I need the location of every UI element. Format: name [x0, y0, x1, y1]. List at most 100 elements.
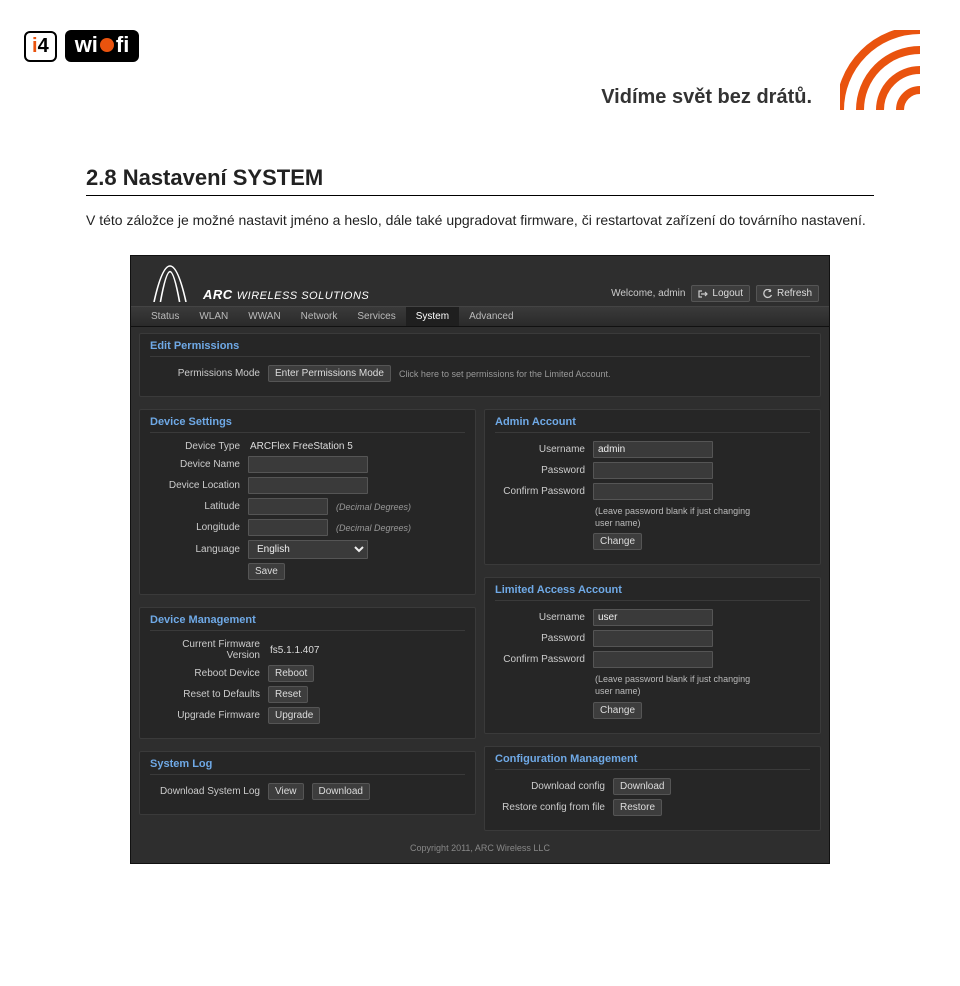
- save-button[interactable]: Save: [248, 563, 285, 580]
- longitude-input[interactable]: [248, 519, 328, 536]
- limited-confirm-label: Confirm Password: [495, 654, 585, 665]
- download-syslog-button[interactable]: Download: [312, 783, 370, 800]
- longitude-label: Longitude: [150, 522, 240, 533]
- right-column: Admin Account Username Password Confirm …: [484, 403, 821, 837]
- permissions-hint: Click here to set permissions for the Li…: [399, 369, 611, 379]
- arc-logo: ARC WIRELESS SOLUTIONS: [145, 262, 369, 302]
- limited-change-button[interactable]: Change: [593, 702, 642, 719]
- section-paragraph: V této záložce je možné nastavit jméno a…: [86, 210, 874, 231]
- admin-account-panel: Admin Account Username Password Confirm …: [484, 409, 821, 565]
- download-config-label: Download config: [495, 781, 605, 792]
- device-type-label: Device Type: [150, 441, 240, 452]
- limited-note: (Leave password blank if just changing u…: [595, 674, 765, 697]
- config-management-panel: Configuration Management Download config…: [484, 746, 821, 831]
- tab-services[interactable]: Services: [347, 307, 405, 326]
- tab-network[interactable]: Network: [291, 307, 348, 326]
- logo-fi: fi: [116, 32, 129, 58]
- admin-password-label: Password: [495, 465, 585, 476]
- download-config-button[interactable]: Download: [613, 778, 671, 795]
- latitude-input[interactable]: [248, 498, 328, 515]
- tab-wwan[interactable]: WWAN: [238, 307, 290, 326]
- welcome-text: Welcome, admin: [611, 288, 685, 299]
- logout-label: Logout: [712, 288, 743, 299]
- system-log-panel: System Log Download System Log View Down…: [139, 751, 476, 815]
- view-syslog-button[interactable]: View: [268, 783, 304, 800]
- tab-status[interactable]: Status: [141, 307, 189, 326]
- main-tabs: StatusWLANWWANNetworkServicesSystemAdvan…: [131, 306, 829, 327]
- panel-title: Admin Account: [495, 416, 810, 433]
- slogan: Vidíme svět bez drátů.: [601, 86, 812, 109]
- firmware-version-label: Current Firmware Version: [150, 639, 260, 661]
- refresh-icon: [763, 289, 773, 299]
- reboot-button[interactable]: Reboot: [268, 665, 314, 682]
- edit-permissions-panel: Edit Permissions Permissions Mode Enter …: [139, 333, 821, 397]
- language-label: Language: [150, 544, 240, 555]
- limited-password-label: Password: [495, 633, 585, 644]
- firmware-version-value: fs5.1.1.407: [268, 645, 319, 656]
- tab-advanced[interactable]: Advanced: [459, 307, 523, 326]
- panel-title: Device Management: [150, 614, 465, 631]
- reboot-label: Reboot Device: [150, 668, 260, 679]
- logout-icon: [698, 289, 708, 299]
- latitude-label: Latitude: [150, 501, 240, 512]
- enter-permissions-button[interactable]: Enter Permissions Mode: [268, 365, 391, 382]
- divider: [86, 195, 874, 196]
- tab-system[interactable]: System: [406, 307, 459, 326]
- device-name-label: Device Name: [150, 459, 240, 470]
- refresh-button[interactable]: Refresh: [756, 285, 819, 302]
- permissions-mode-label: Permissions Mode: [150, 368, 260, 379]
- upgrade-button[interactable]: Upgrade: [268, 707, 320, 724]
- section-title: 2.8 Nastavení SYSTEM: [86, 165, 874, 191]
- reset-label: Reset to Defaults: [150, 689, 260, 700]
- app-top-right: Welcome, admin Logout Refresh: [611, 285, 819, 302]
- reset-button[interactable]: Reset: [268, 686, 308, 703]
- brand-sub: WIRELESS SOLUTIONS: [237, 290, 369, 302]
- admin-confirm-label: Confirm Password: [495, 486, 585, 497]
- limited-confirm-input[interactable]: [593, 651, 713, 668]
- app-top-bar: ARC WIRELESS SOLUTIONS Welcome, admin Lo…: [131, 256, 829, 302]
- limited-username-label: Username: [495, 612, 585, 623]
- dot-icon: [100, 38, 114, 52]
- device-management-panel: Device Management Current Firmware Versi…: [139, 607, 476, 739]
- refresh-label: Refresh: [777, 288, 812, 299]
- panel-title: Limited Access Account: [495, 584, 810, 601]
- admin-password-input[interactable]: [593, 462, 713, 479]
- upgrade-label: Upgrade Firmware: [150, 710, 260, 721]
- device-location-input[interactable]: [248, 477, 368, 494]
- restore-config-button[interactable]: Restore: [613, 799, 662, 816]
- logo-wi: wi: [75, 32, 98, 58]
- page-header: i4 wifi Vidíme svět bez drátů.: [0, 0, 960, 125]
- admin-note: (Leave password blank if just changing u…: [595, 506, 765, 529]
- admin-confirm-input[interactable]: [593, 483, 713, 500]
- app-footer: Copyright 2011, ARC Wireless LLC: [131, 837, 829, 855]
- device-type-value: ARCFlex FreeStation 5: [248, 441, 353, 452]
- latitude-hint: (Decimal Degrees): [336, 502, 411, 512]
- logo-i4: i4: [24, 31, 57, 62]
- router-admin-screenshot: ARC WIRELESS SOLUTIONS Welcome, admin Lo…: [130, 255, 830, 864]
- language-select[interactable]: English: [248, 540, 368, 559]
- left-column: Device Settings Device Type ARCFlex Free…: [139, 403, 476, 837]
- header-right: Vidíme svět bez drátů.: [601, 30, 920, 115]
- longitude-hint: (Decimal Degrees): [336, 523, 411, 533]
- tab-wlan[interactable]: WLAN: [189, 307, 238, 326]
- limited-username-input[interactable]: [593, 609, 713, 626]
- limited-password-input[interactable]: [593, 630, 713, 647]
- logout-button[interactable]: Logout: [691, 285, 750, 302]
- panel-title: Device Settings: [150, 416, 465, 433]
- signal-wave-icon: [840, 30, 920, 115]
- logo-4: 4: [38, 35, 49, 58]
- admin-username-input[interactable]: [593, 441, 713, 458]
- limited-account-panel: Limited Access Account Username Password…: [484, 577, 821, 733]
- document-body: 2.8 Nastavení SYSTEM V této záložce je m…: [0, 125, 960, 904]
- restore-config-label: Restore config from file: [495, 802, 605, 813]
- admin-change-button[interactable]: Change: [593, 533, 642, 550]
- device-settings-panel: Device Settings Device Type ARCFlex Free…: [139, 409, 476, 595]
- brand-main: ARC: [203, 287, 233, 302]
- arc-antenna-icon: [145, 262, 195, 302]
- logo-wifi: wifi: [65, 30, 140, 62]
- device-location-label: Device Location: [150, 480, 240, 491]
- panel-title: Configuration Management: [495, 753, 810, 770]
- device-name-input[interactable]: [248, 456, 368, 473]
- logo-i4wifi: i4 wifi: [24, 30, 139, 62]
- panel-title: System Log: [150, 758, 465, 775]
